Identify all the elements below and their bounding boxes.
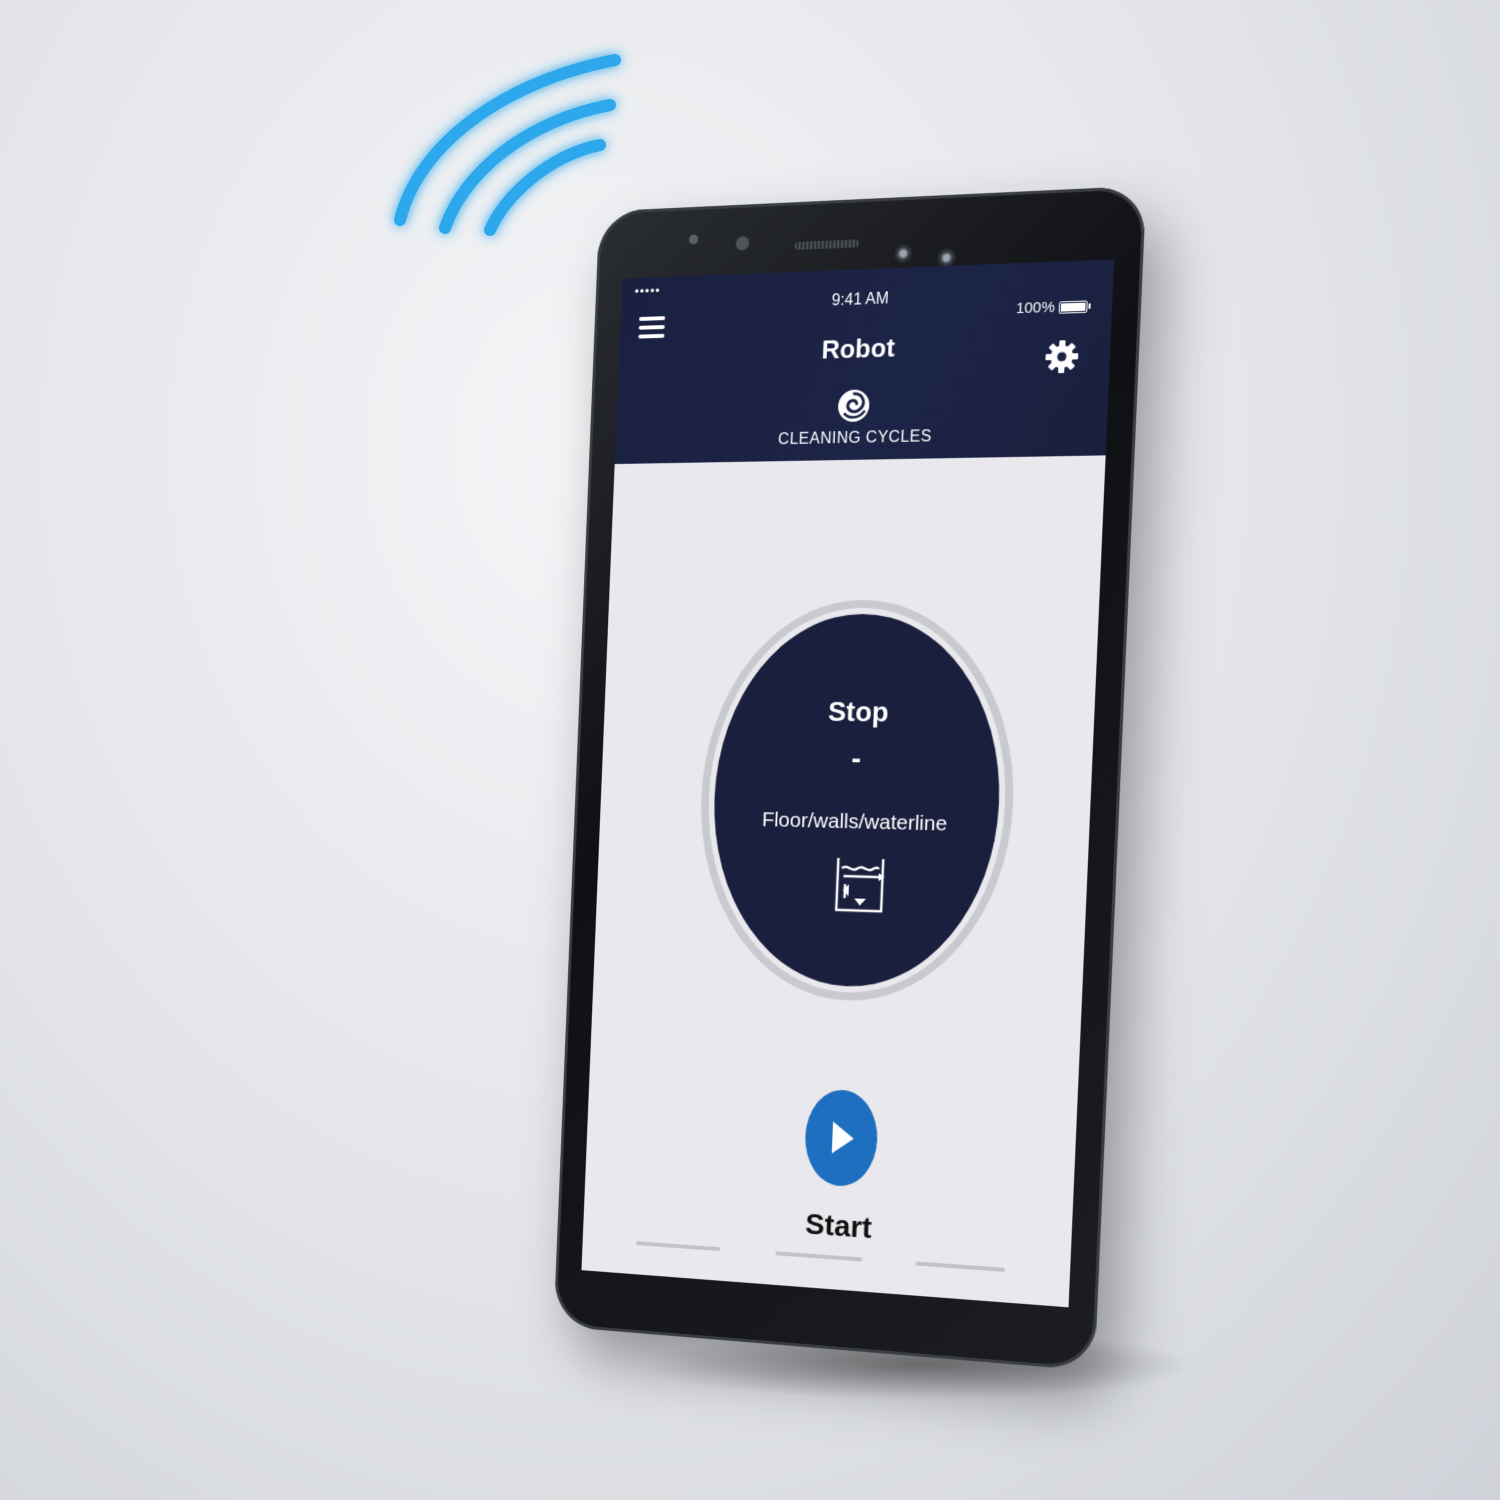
- page-indicator[interactable]: [636, 1241, 721, 1252]
- signal-strength: •••••: [634, 283, 661, 299]
- pool-cleaning-icon: [832, 854, 887, 916]
- hamburger-icon[interactable]: [638, 316, 666, 340]
- app-screen: ••••• 9:41 AM 100% Robot CLEANING CYCLES…: [581, 259, 1115, 1308]
- battery-percent: 100%: [1015, 298, 1056, 318]
- battery-status: 100%: [1016, 297, 1088, 317]
- page-title: Robot: [820, 332, 896, 365]
- cycle-selector-ring: Stop - Floor/walls/waterline: [693, 599, 1022, 1008]
- cycle-state: Stop: [827, 695, 890, 728]
- start-button[interactable]: [803, 1088, 880, 1189]
- battery-icon: [1058, 299, 1088, 314]
- cycle-mode: Floor/walls/waterline: [761, 808, 948, 836]
- play-icon: [831, 1121, 855, 1155]
- page-indicator[interactable]: [915, 1261, 1006, 1272]
- gear-icon[interactable]: [1044, 339, 1080, 375]
- earpiece-speaker: [794, 239, 859, 250]
- app-header: ••••• 9:41 AM 100% Robot CLEANING CYCLES: [614, 259, 1115, 465]
- proximity-sensor: [688, 234, 699, 245]
- swirl-icon[interactable]: [835, 387, 872, 424]
- phone-device: ••••• 9:41 AM 100% Robot CLEANING CYCLES…: [553, 185, 1147, 1372]
- start-label: Start: [804, 1207, 873, 1246]
- page-indicator[interactable]: [775, 1251, 863, 1262]
- cycle-separator: -: [850, 742, 862, 776]
- cleaning-cycles-label[interactable]: CLEANING CYCLES: [615, 424, 1107, 452]
- light-sensor: [735, 236, 750, 251]
- front-camera-icon: [892, 243, 914, 264]
- cycle-selector[interactable]: Stop - Floor/walls/waterline: [706, 613, 1008, 993]
